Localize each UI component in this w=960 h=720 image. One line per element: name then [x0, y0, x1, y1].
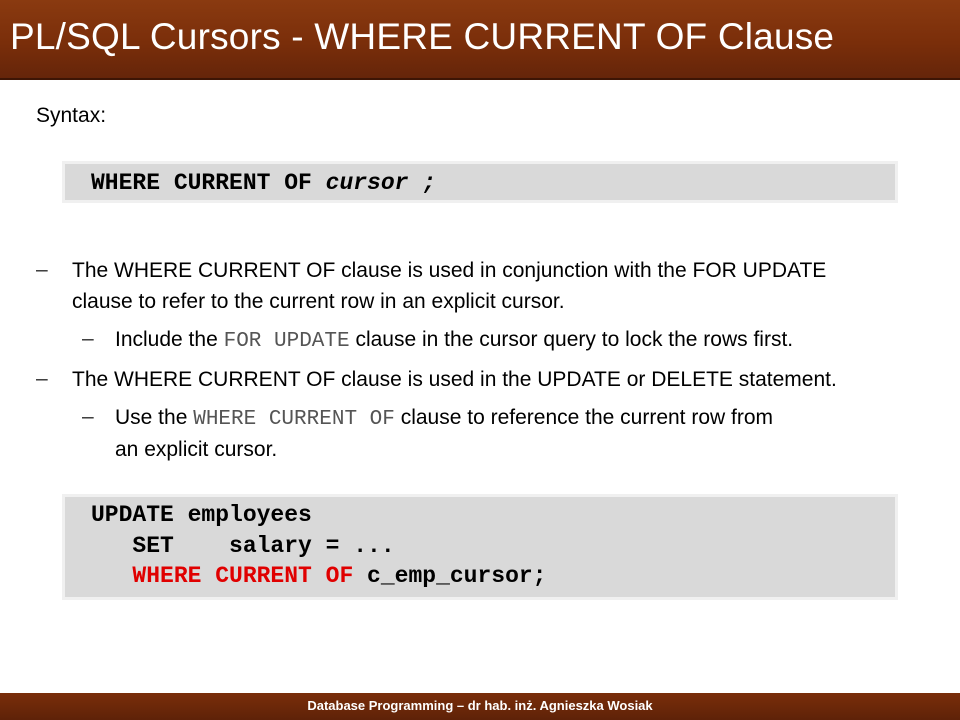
code-example-box: UPDATE employees SET salary = ... WHERE … [62, 494, 898, 600]
sub-bullet-2-pre: Use the [115, 406, 194, 429]
footer-text: Database Programming – dr hab. inż. Agni… [307, 698, 653, 713]
footer-bar: Database Programming – dr hab. inż. Agni… [0, 693, 960, 720]
syntax-cursor-placeholder: cursor ; [325, 170, 437, 196]
code-line-3: WHERE CURRENT OF c_emp_cursor; [91, 563, 546, 589]
code-line-1: UPDATE employees [91, 502, 312, 528]
sub-bullet-1-pre: Include the [115, 328, 224, 351]
slide-title: PL/SQL Cursors - WHERE CURRENT OF Clause [10, 16, 835, 57]
bullet-1-line-1: The WHERE CURRENT OF clause is used in c… [72, 259, 827, 282]
title-bar: PL/SQL Cursors - WHERE CURRENT OF Clause [0, 0, 960, 80]
syntax-keyword: WHERE CURRENT OF [91, 170, 326, 196]
sub-bullet-dash: – [82, 405, 94, 428]
code-line-3-rest: c_emp_cursor; [353, 563, 547, 589]
syntax-code-line: WHERE CURRENT OF cursor ; [91, 170, 436, 196]
code-highlight: WHERE CURRENT OF [91, 563, 354, 589]
sub-bullet-dash: – [82, 327, 94, 350]
bullet-dash: – [36, 367, 48, 390]
sub-bullet-2-post: clause to reference the current row from [394, 406, 774, 429]
sub-bullet-2-line-2: an explicit cursor. [115, 438, 278, 461]
code-line-2: SET salary = ... [91, 533, 395, 559]
sub-bullet-1-post: clause in the cursor query to lock the r… [349, 328, 794, 351]
syntax-code-box: WHERE CURRENT OF cursor ; [62, 161, 898, 203]
sub-bullet-1-code: FOR UPDATE [223, 330, 350, 353]
bullet-1-line-2: clause to refer to the current row in an… [72, 290, 565, 313]
syntax-label: Syntax: [36, 104, 107, 127]
sub-bullet-1: Include the FOR UPDATE clause in the cur… [115, 324, 793, 357]
bullet-2-line-1: The WHERE CURRENT OF clause is used in t… [72, 368, 837, 391]
sub-bullet-2-code: WHERE CURRENT OF [193, 408, 395, 431]
sub-bullet-2-line-1: Use the WHERE CURRENT OF clause to refer… [115, 402, 773, 435]
bullet-dash: – [36, 258, 48, 281]
